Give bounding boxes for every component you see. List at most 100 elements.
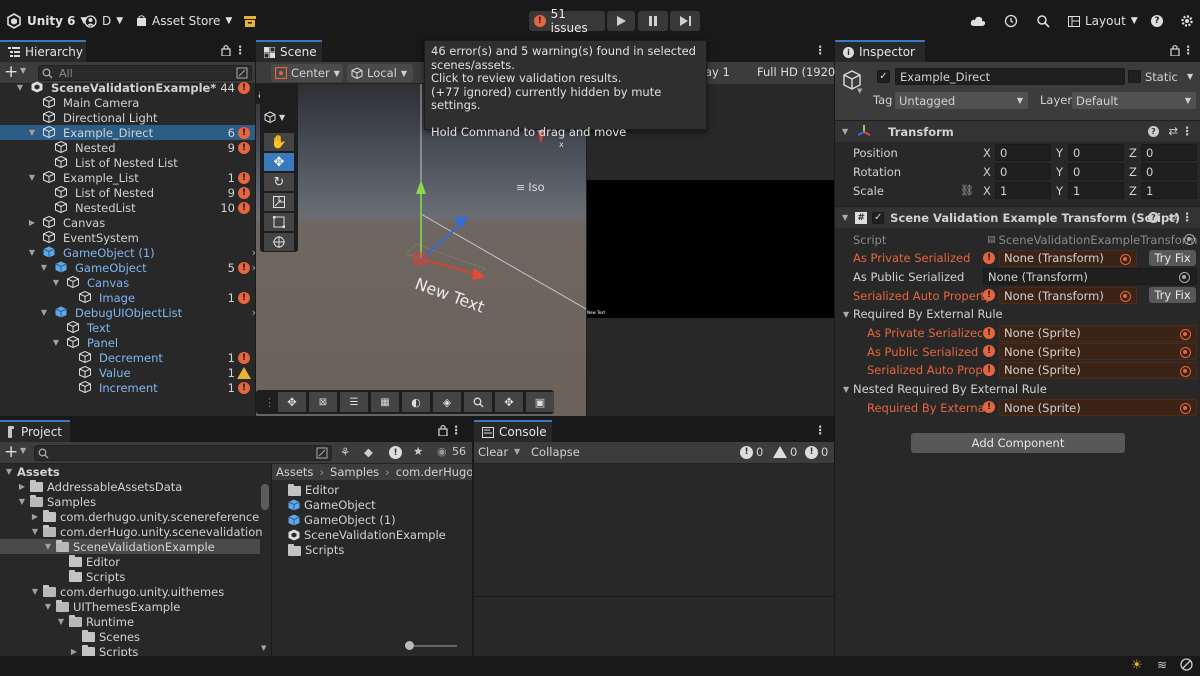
snap-button[interactable]: ⊠ <box>309 392 337 412</box>
cache-server-icon[interactable]: ≋ <box>1157 658 1167 672</box>
expand-arrow-icon[interactable]: ▼ <box>4 467 14 477</box>
pause-button[interactable] <box>638 11 668 31</box>
project-tree-row[interactable]: ▼ SceneValidationExample <box>0 539 260 554</box>
collapse-arrow-icon[interactable]: ▶ <box>27 218 37 228</box>
layer-dropdown[interactable]: Default ▼ <box>1072 92 1196 109</box>
axis-label[interactable]: X <box>983 165 991 179</box>
tool-mode-dropdown[interactable]: ▼ <box>264 108 294 126</box>
breadcrumb-assets[interactable]: Assets <box>276 465 313 479</box>
asset-item[interactable]: GameObject (1) <box>288 512 396 527</box>
project-tree-row[interactable]: ▼ com.derhugo.unity.uithemes <box>0 584 260 599</box>
position-z-field[interactable]: 0 <box>1141 144 1197 161</box>
expand-arrow-icon[interactable]: ▼ <box>51 278 61 288</box>
kebab-menu-icon[interactable]: ⋮ <box>1182 210 1194 224</box>
shading-button[interactable]: ◐ <box>402 392 430 412</box>
tab-scene[interactable]: Scene <box>256 40 322 62</box>
issues-button[interactable]: ! 51 issues <box>529 7 605 35</box>
info-count-toggle[interactable]: ! 0 <box>740 445 763 459</box>
object-picker-icon[interactable] <box>1180 347 1191 359</box>
pivot-dropdown[interactable]: Center ▼ <box>271 64 343 82</box>
expand-arrow-icon[interactable]: ▼ <box>39 308 49 318</box>
expand-arrow-icon[interactable]: ▼ <box>56 617 66 627</box>
hierarchy-row[interactable]: EventSystem <box>0 230 255 245</box>
chevron-down-icon[interactable]: ▼ <box>843 385 849 394</box>
expand-arrow-icon[interactable]: ▼ <box>39 263 49 273</box>
play-button[interactable] <box>607 11 635 31</box>
tab-console[interactable]: Console <box>474 420 552 442</box>
add-component-button[interactable]: Add Component <box>911 433 1125 453</box>
align-button[interactable]: ☰ <box>340 392 368 412</box>
hierarchy-row[interactable]: ▼ Example_List 1! <box>0 170 255 185</box>
layout-dropdown[interactable]: Layout ▼ <box>1068 11 1138 31</box>
warning-count-toggle[interactable]: 0 <box>773 445 797 459</box>
breadcrumb-samples[interactable]: Samples <box>330 465 379 479</box>
object-picker-icon[interactable] <box>1184 234 1195 245</box>
space-dropdown[interactable]: Local ▼ <box>347 64 413 82</box>
transform-header[interactable]: ▼ Transform ? ⇄ ⋮ <box>835 120 1200 142</box>
tag-dropdown[interactable]: Untagged ▼ <box>895 92 1028 109</box>
asset-store-button[interactable]: Asset Store ▼ <box>136 11 232 31</box>
chevron-down-icon[interactable]: ▼ <box>843 310 849 319</box>
expand-arrow-icon[interactable]: ▼ <box>30 587 40 597</box>
project-tree-row[interactable]: ▼ Runtime <box>0 614 260 629</box>
lock-icon[interactable] <box>1170 44 1180 56</box>
object-picker-icon[interactable] <box>1120 253 1131 265</box>
lock-icon[interactable] <box>438 424 448 436</box>
hierarchy-row[interactable]: NestedList 10! <box>0 200 255 215</box>
hierarchy-row[interactable]: Text <box>0 320 255 335</box>
error-filter-icon[interactable]: ! <box>389 446 402 459</box>
hand-tool-button[interactable]: ✋ <box>264 133 294 151</box>
eye-icon[interactable]: ◉ <box>437 445 447 458</box>
rotate-tool-button[interactable]: ↻ <box>264 173 294 191</box>
kebab-menu-icon[interactable]: ⋮ <box>235 43 247 57</box>
project-tree-row[interactable]: ▼ com.derHugo.unity.scenevalidation <box>0 524 263 539</box>
label-filter-icon[interactable]: ◆ <box>364 445 373 459</box>
kebab-menu-icon[interactable]: ⋮ <box>1182 124 1194 138</box>
rotation-x-field[interactable]: 0 <box>995 163 1051 180</box>
kebab-menu-icon[interactable]: ⋮ <box>815 423 827 437</box>
collapse-arrow-icon[interactable]: ▶ <box>17 482 27 492</box>
display-dropdown[interactable]: ay 1 <box>705 65 730 79</box>
tree-scrollbar[interactable] <box>261 484 269 510</box>
project-tree-row[interactable]: Scripts <box>0 569 260 584</box>
help-icon[interactable]: ? <box>1148 212 1159 223</box>
chevron-down-icon[interactable]: ▼ <box>1187 72 1193 81</box>
hierarchy-row[interactable]: ▼ DebugUIObjectList › <box>0 305 256 320</box>
axis-label[interactable]: Y <box>1056 165 1063 179</box>
kebab-menu-icon[interactable]: ⋮ <box>1183 43 1195 57</box>
star-icon[interactable]: ★ <box>413 444 423 458</box>
axis-label[interactable]: Y <box>1056 146 1063 160</box>
debug-bug-icon[interactable]: ☀ <box>1131 658 1143 673</box>
hierarchy-row[interactable]: Main Camera <box>0 95 255 110</box>
hierarchy-row[interactable]: Nested 9! <box>0 140 255 155</box>
object-picker-icon[interactable] <box>1179 272 1190 284</box>
object-picker-icon[interactable] <box>1120 291 1131 303</box>
hierarchy-row[interactable]: Increment 1! <box>0 380 255 395</box>
camera-button[interactable]: ▣ <box>526 392 554 412</box>
scale-z-field[interactable]: 1 <box>1141 182 1197 199</box>
tab-project[interactable]: Project <box>0 420 70 442</box>
try-fix-button[interactable]: Try Fix <box>1149 287 1196 304</box>
add-icon[interactable]: + <box>4 62 18 82</box>
sprite-field[interactable]: None (Sprite) <box>999 343 1197 361</box>
expand-arrow-icon[interactable]: ▼ <box>15 83 25 93</box>
hierarchy-row[interactable]: List of Nested 9! <box>0 185 255 200</box>
axis-label[interactable]: Y <box>1056 184 1063 198</box>
preset-icon[interactable]: ⇄ <box>1168 210 1178 224</box>
kebab-menu-icon[interactable]: ⋮ <box>815 43 827 57</box>
project-tree-row[interactable]: ▶ com.derhugo.unity.scenereference <box>0 509 260 524</box>
transform-tool-button[interactable] <box>264 233 294 251</box>
resolution-dropdown[interactable]: Full HD (1920x <box>757 65 842 79</box>
group-label[interactable]: Required By External Rule <box>853 307 1003 321</box>
object-picker-icon[interactable] <box>1180 365 1191 377</box>
move-view-button[interactable]: ✥ <box>278 392 306 412</box>
hierarchy-row[interactable]: Directional Light <box>0 110 255 125</box>
object-field[interactable]: None (Transform) <box>999 287 1137 305</box>
hierarchy-row[interactable]: List of Nested List <box>0 155 255 170</box>
project-tree-row[interactable]: ▼ Assets <box>0 464 260 479</box>
project-tree-row[interactable]: Scenes <box>0 629 260 644</box>
position-x-field[interactable]: 0 <box>995 144 1051 161</box>
active-checkbox[interactable]: ✓ <box>877 70 890 83</box>
project-tree-row[interactable]: ▶ AddressableAssetsData <box>0 479 260 494</box>
expand-arrow-icon[interactable]: ▼ <box>43 602 53 612</box>
